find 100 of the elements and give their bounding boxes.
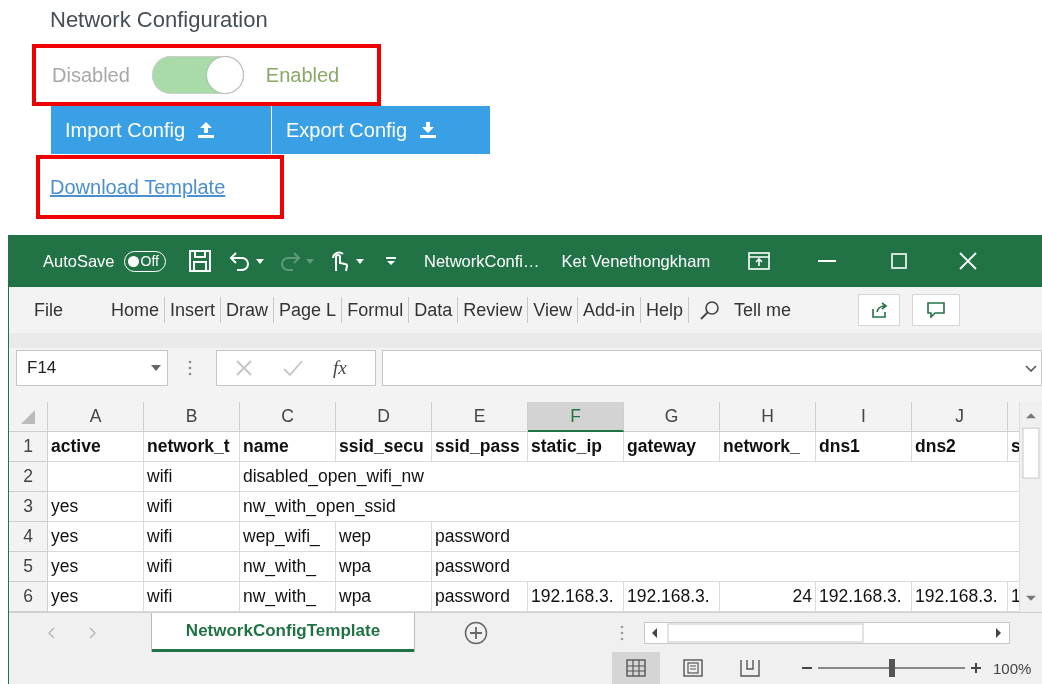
comment-button[interactable] <box>912 294 960 326</box>
zoom-level[interactable]: 100% <box>993 659 1032 677</box>
table-cell: wifi <box>144 492 240 522</box>
ribbon-tab[interactable]: Insert <box>165 299 221 321</box>
table-cell: wifi <box>144 462 240 492</box>
user-name: Ket Venethongkham <box>561 251 711 271</box>
autosave-label: AutoSave <box>43 251 115 271</box>
download-icon <box>419 121 438 139</box>
table-cell: yes <box>48 492 144 522</box>
table-cell: password <box>432 582 528 612</box>
close-icon[interactable] <box>959 252 978 270</box>
caret-icon[interactable] <box>356 258 364 264</box>
file-name: NetworkConfi… <box>424 251 540 271</box>
ribbon-tab[interactable]: Help <box>640 299 688 321</box>
page-break-icon <box>740 659 760 677</box>
table-cell: 192.168.3. <box>816 582 912 612</box>
row-header[interactable]: 2 <box>9 462 48 492</box>
row-header[interactable]: 3 <box>9 492 48 522</box>
customize-icon[interactable] <box>386 256 396 266</box>
share-button[interactable] <box>858 294 900 326</box>
insert-function-button[interactable]: fx <box>333 357 347 379</box>
enabled-label: Enabled <box>265 63 340 87</box>
row-header[interactable]: 6 <box>9 582 48 612</box>
check-icon[interactable] <box>283 359 303 377</box>
row-header[interactable]: 4 <box>9 522 48 552</box>
table-cell: ssid_secu <box>336 432 432 462</box>
ribbon-tab[interactable]: Review <box>458 299 528 321</box>
column-header[interactable]: C <box>240 402 336 432</box>
table-cell: dns1 <box>816 432 912 462</box>
table-cell: static_ip <box>528 432 624 462</box>
page-layout-icon <box>683 659 703 677</box>
table-cell: dns2 <box>912 432 1008 462</box>
ribbon-tab[interactable]: Draw <box>221 299 274 321</box>
table-cell: ssid_pass <box>432 432 528 462</box>
table-cell: wifi <box>144 582 240 612</box>
ribbon-tab[interactable]: File <box>29 299 68 321</box>
name-box[interactable]: F14 <box>16 350 168 386</box>
comment-icon <box>927 302 945 318</box>
save-icon[interactable] <box>188 249 212 273</box>
caret-icon[interactable] <box>256 258 264 264</box>
undo-icon[interactable] <box>228 249 252 273</box>
more-options-icon <box>620 624 624 641</box>
column-header[interactable]: A <box>48 402 144 432</box>
normal-view-icon <box>626 659 646 677</box>
table-cell: 192.168.3. <box>624 582 720 612</box>
normal-view-button[interactable] <box>612 652 660 684</box>
column-header[interactable]: F <box>528 402 624 432</box>
column-header[interactable]: D <box>336 402 432 432</box>
column-header[interactable]: H <box>720 402 816 432</box>
minimize-icon[interactable] <box>818 260 837 262</box>
disabled-label: Disabled <box>52 63 130 87</box>
maximize-icon[interactable] <box>891 253 908 269</box>
add-sheet-icon[interactable] <box>464 620 488 645</box>
ribbon-tab[interactable]: Formul <box>342 299 409 321</box>
table-cell: wep <box>336 522 432 552</box>
column-header[interactable]: E <box>432 402 528 432</box>
table-cell: wpa <box>336 552 432 582</box>
zoom-slider-thumb[interactable] <box>888 659 895 677</box>
redo-icon <box>278 249 302 273</box>
ribbon-display-icon[interactable] <box>748 252 771 270</box>
share-icon <box>870 301 888 319</box>
ribbon-tab[interactable]: Data <box>409 299 458 321</box>
table-cell: active <box>48 432 144 462</box>
table-cell: 192.168.3. <box>528 582 624 612</box>
column-header[interactable]: I <box>816 402 912 432</box>
page-title: Network Configuration <box>50 6 269 34</box>
cell-reference: F14 <box>27 358 57 378</box>
ribbon-tab[interactable]: Home <box>106 299 165 321</box>
toggle-switch[interactable] <box>151 56 244 94</box>
upload-icon <box>197 121 216 139</box>
formula-input[interactable] <box>382 350 1042 386</box>
sheet-tab[interactable]: NetworkConfigTemplate <box>152 612 414 652</box>
table-cell: yes <box>48 582 144 612</box>
table-cell: nw_with_ <box>240 552 336 582</box>
expand-caret-icon[interactable] <box>1025 364 1037 372</box>
table-cell: wep_wifi_ <box>240 522 336 552</box>
table-cell: gateway <box>624 432 720 462</box>
table-cell: network_ <box>720 432 816 462</box>
table-cell: yes <box>48 522 144 552</box>
more-options-icon <box>188 360 192 376</box>
ribbon-tab[interactable]: Add-in <box>577 299 640 321</box>
column-header[interactable]: J <box>912 402 1008 432</box>
table-cell: wifi <box>144 522 240 552</box>
caret-icon <box>306 258 314 264</box>
horizontal-scrollbar[interactable] <box>644 621 1010 644</box>
row-header[interactable]: 1 <box>9 432 48 462</box>
dropdown-caret-icon[interactable] <box>151 365 161 371</box>
ribbon-tab[interactable]: Page L <box>274 299 342 321</box>
tell-me-field[interactable]: Tell me <box>729 299 796 321</box>
ribbon-tab[interactable]: View <box>528 299 577 321</box>
vertical-scrollbar[interactable] <box>1019 402 1042 612</box>
row-header[interactable]: 5 <box>9 552 48 582</box>
column-header[interactable]: G <box>624 402 720 432</box>
search-icon[interactable] <box>699 299 721 321</box>
column-header[interactable]: B <box>144 402 240 432</box>
zoom-in-icon[interactable] <box>971 663 981 673</box>
table-cell: 24 <box>720 582 816 612</box>
table-cell: wpa <box>336 582 432 612</box>
table-cell: 192.168.3. <box>912 582 1008 612</box>
table-cell: yes <box>48 552 144 582</box>
